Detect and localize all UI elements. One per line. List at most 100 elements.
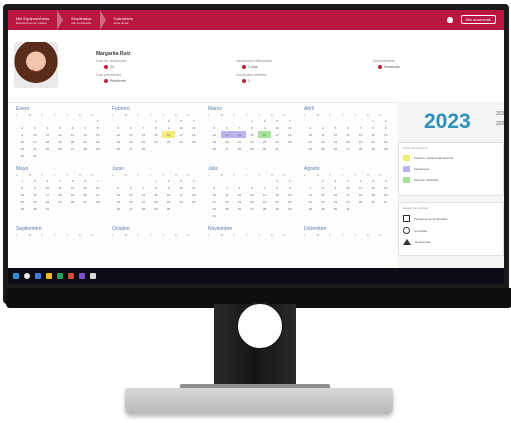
day-cell[interactable]: 24	[175, 138, 188, 145]
day-cell[interactable]: 8	[367, 124, 380, 131]
day-cell[interactable]: 4	[54, 177, 67, 184]
day-cell[interactable]: 14	[304, 191, 317, 198]
day-cell[interactable]: 28	[304, 205, 317, 212]
day-cell[interactable]: 8	[150, 124, 163, 131]
day-cell[interactable]: 17	[41, 191, 54, 198]
app-icon[interactable]	[90, 273, 96, 279]
day-cell[interactable]: 22	[317, 198, 330, 205]
day-cell[interactable]: 11	[283, 124, 296, 131]
day-cell[interactable]: 6	[66, 124, 79, 131]
day-cell[interactable]: 5	[112, 124, 125, 131]
day-cell[interactable]: 19	[329, 138, 342, 145]
day-cell[interactable]: 5	[208, 124, 221, 131]
day-cell[interactable]: 1	[317, 177, 330, 184]
day-cell[interactable]: 10	[41, 184, 54, 191]
day-cell[interactable]: 10	[304, 131, 317, 138]
day-cell[interactable]: 2	[162, 177, 175, 184]
day-cell[interactable]: 13	[379, 184, 392, 191]
day-cell[interactable]: 30	[29, 205, 42, 212]
day-cell[interactable]: 15	[150, 131, 163, 138]
day-cell[interactable]: 24	[175, 198, 188, 205]
day-cell[interactable]: 13	[66, 131, 79, 138]
day-cell[interactable]: 17	[175, 191, 188, 198]
day-cell[interactable]: 29	[317, 205, 330, 212]
breadcrumb-calendar[interactable]: Calendario Vista anual	[106, 10, 141, 30]
day-cell[interactable]: 5	[329, 124, 342, 131]
day-cell[interactable]: 16	[162, 191, 175, 198]
day-cell[interactable]: 27	[125, 145, 138, 152]
day-cell[interactable]: 21	[137, 138, 150, 145]
day-cell[interactable]: 27	[342, 145, 355, 152]
day-cell[interactable]: 25	[283, 138, 296, 145]
day-cell[interactable]: 4	[317, 124, 330, 131]
day-cell[interactable]: 1	[367, 117, 380, 124]
day-cell[interactable]: 25	[187, 198, 200, 205]
day-cell[interactable]: 13	[125, 131, 138, 138]
day-cell[interactable]: 5	[367, 177, 380, 184]
day-cell[interactable]: 28	[137, 145, 150, 152]
day-cell[interactable]: 23	[258, 138, 271, 145]
day-cell[interactable]: 20	[342, 138, 355, 145]
day-cell[interactable]: 23	[16, 145, 29, 152]
day-cell[interactable]: 29	[271, 205, 284, 212]
day-cell[interactable]: 20	[246, 198, 259, 205]
day-cell[interactable]: 5	[112, 184, 125, 191]
day-cell[interactable]: 3	[208, 184, 221, 191]
day-cell[interactable]: 15	[150, 191, 163, 198]
day-cell[interactable]: 23	[162, 198, 175, 205]
day-cell[interactable]: 2	[283, 177, 296, 184]
day-cell[interactable]: 2	[329, 177, 342, 184]
day-cell[interactable]: 4	[221, 184, 234, 191]
day-cell[interactable]: 18	[283, 131, 296, 138]
day-cell[interactable]: 30	[258, 145, 271, 152]
day-cell[interactable]: 11	[354, 184, 367, 191]
day-cell[interactable]: 29	[246, 145, 259, 152]
day-cell[interactable]: 18	[54, 191, 67, 198]
day-cell[interactable]: 8	[271, 184, 284, 191]
day-cell[interactable]: 31	[271, 145, 284, 152]
day-cell[interactable]: 31	[208, 212, 221, 219]
day-cell[interactable]: 10	[29, 131, 42, 138]
day-cell[interactable]: 26	[112, 145, 125, 152]
bell-icon[interactable]	[446, 16, 453, 23]
day-cell[interactable]: 28	[79, 145, 92, 152]
day-cell[interactable]: 14	[258, 191, 271, 198]
day-cell[interactable]: 20	[79, 191, 92, 198]
browser-icon[interactable]	[35, 273, 41, 279]
day-cell[interactable]: 5	[54, 124, 67, 131]
day-cell[interactable]: 3	[41, 177, 54, 184]
breadcrumb-teams[interactable]: Mis Equipos/Áreas Equipo/Área de trabajo	[8, 10, 57, 30]
day-cell[interactable]: 31	[41, 205, 54, 212]
search-icon[interactable]	[24, 273, 30, 279]
day-cell[interactable]: 12	[233, 191, 246, 198]
day-cell[interactable]: 15	[317, 191, 330, 198]
app-icon[interactable]	[68, 273, 74, 279]
day-cell[interactable]: 17	[29, 138, 42, 145]
day-cell[interactable]: 27	[66, 145, 79, 152]
day-cell[interactable]: 4	[187, 117, 200, 124]
day-cell[interactable]: 11	[41, 131, 54, 138]
day-cell[interactable]: 12	[329, 131, 342, 138]
day-cell[interactable]: 19	[112, 138, 125, 145]
day-cell[interactable]: 29	[150, 205, 163, 212]
day-cell[interactable]: 22	[91, 138, 104, 145]
day-cell[interactable]: 31	[342, 205, 355, 212]
day-cell[interactable]: 29	[91, 145, 104, 152]
day-cell[interactable]: 1	[246, 117, 259, 124]
day-cell[interactable]: 25	[221, 205, 234, 212]
day-cell[interactable]: 7	[304, 184, 317, 191]
day-cell[interactable]: 19	[66, 191, 79, 198]
day-cell[interactable]: 7	[137, 124, 150, 131]
day-cell[interactable]: 2	[379, 117, 392, 124]
day-cell[interactable]: 3	[175, 117, 188, 124]
day-cell[interactable]: 22	[246, 138, 259, 145]
day-cell[interactable]: 14	[137, 131, 150, 138]
day-cell[interactable]: 29	[16, 205, 29, 212]
day-cell[interactable]: 27	[221, 145, 234, 152]
app-icon[interactable]	[79, 273, 85, 279]
windows-start-icon[interactable]	[13, 273, 19, 279]
day-cell[interactable]: 27	[79, 198, 92, 205]
day-cell[interactable]: 17	[175, 131, 188, 138]
day-cell[interactable]: 9	[162, 124, 175, 131]
day-cell[interactable]: 21	[91, 191, 104, 198]
